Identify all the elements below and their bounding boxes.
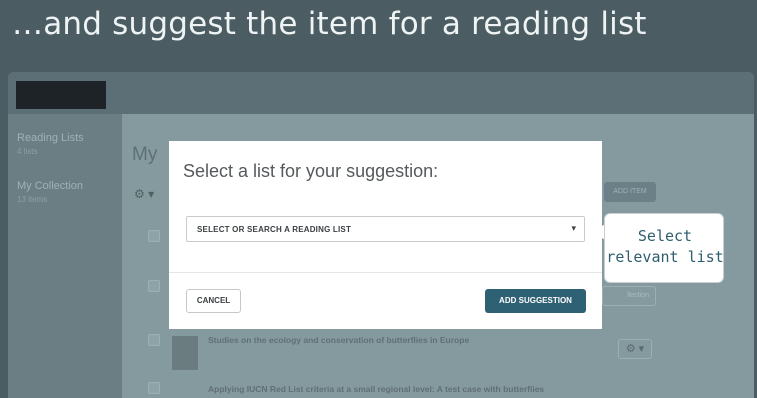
slide-title: …and suggest the item for a reading list [12, 6, 647, 42]
item-title[interactable]: Applying IUCN Red List criteria at a sma… [208, 384, 544, 394]
add-suggestion-button[interactable]: ADD SUGGESTION [485, 289, 586, 313]
top-bar [8, 72, 754, 114]
bulk-actions-gear-icon[interactable]: ⚙ ▾ [134, 187, 154, 201]
callout-line-1: Select [637, 227, 693, 245]
reading-list-select[interactable]: SELECT OR SEARCH A READING LIST ▾ [186, 216, 585, 242]
row-gear-icon[interactable]: ⚙ ▾ [618, 339, 652, 359]
caret-down-icon: ▾ [571, 223, 576, 233]
logo [16, 81, 106, 109]
row-checkbox[interactable] [148, 280, 160, 292]
sidebar-item-my-collection[interactable]: My Collection 13 items [17, 180, 83, 206]
callout-bubble: Select relevant list [604, 213, 724, 283]
row-checkbox[interactable] [148, 334, 160, 346]
row-checkbox[interactable] [148, 382, 160, 394]
cancel-button[interactable]: CANCEL [186, 289, 241, 313]
add-item-button[interactable]: ADD ITEM [604, 182, 656, 202]
row-checkbox[interactable] [148, 230, 160, 242]
slide: …and suggest the item for a reading list… [0, 0, 757, 398]
sidebar-item-label: Reading Lists [17, 132, 84, 144]
callout-text: Select relevant list [605, 226, 725, 268]
divider [169, 272, 602, 273]
sidebar-item-label: My Collection [17, 180, 84, 192]
sidebar-item-reading-lists[interactable]: Reading Lists 4 lists [17, 132, 84, 158]
item-title[interactable]: Studies on the ecology and conservation … [208, 335, 469, 345]
add-to-collection-button[interactable]: llection [602, 286, 656, 306]
callout-line-2: relevant list [606, 248, 724, 266]
page-title: My [132, 144, 158, 165]
item-thumbnail [172, 336, 198, 370]
modal-title: Select a list for your suggestion: [183, 161, 439, 181]
sidebar-item-count: 4 lists [17, 147, 38, 156]
sidebar-item-count: 13 items [17, 195, 48, 204]
select-placeholder: SELECT OR SEARCH A READING LIST [197, 225, 352, 234]
sidebar: Reading Lists 4 lists My Collection 13 i… [8, 114, 122, 398]
suggestion-modal: Select a list for your suggestion: SELEC… [169, 141, 602, 329]
